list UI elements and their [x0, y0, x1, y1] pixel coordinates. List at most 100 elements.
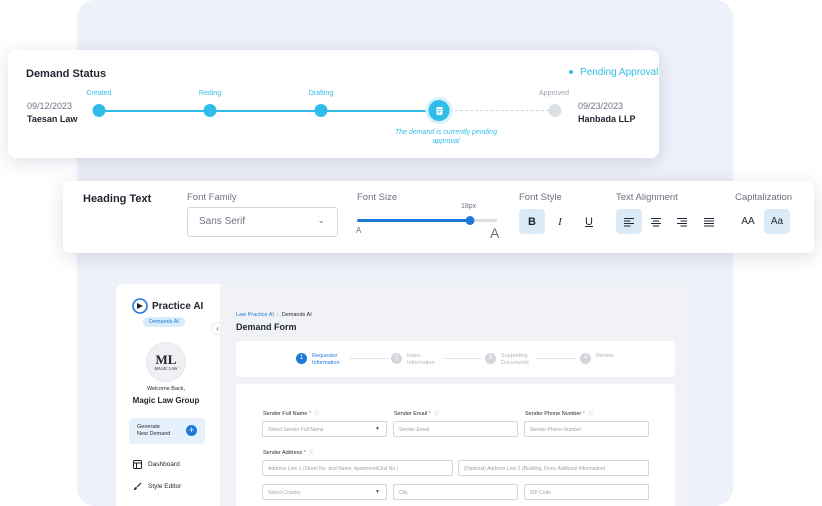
progress-track-complete	[99, 110, 439, 112]
welcome-text: Welcome Back,	[146, 386, 186, 392]
sender-full-name-label: Sender Full Name * ⓘ	[263, 409, 320, 417]
font-family-select[interactable]: Sans Serif ⌄	[187, 207, 338, 237]
placeholder: ZIP Code	[530, 490, 552, 496]
brand-chip: Demands AI	[143, 317, 185, 327]
dashboard-icon	[133, 460, 142, 469]
end-date: 09/23/2023	[578, 101, 624, 111]
wizard-step-requestor[interactable]: 1 Requestor Information	[296, 353, 346, 366]
brand-name: Practice AI	[152, 300, 204, 312]
main-content: Law Practice AI › Demands AI Demand Form 1…	[220, 284, 692, 506]
label-text: Sender Email	[394, 411, 428, 417]
generate-new-demand-button[interactable]: Generate New Demand +	[129, 418, 205, 444]
city-field[interactable]: City	[393, 484, 518, 500]
breadcrumb-link[interactable]: Law Practice AI	[236, 312, 274, 318]
italic-button[interactable]: I	[547, 209, 573, 234]
uppercase-button[interactable]: AA	[735, 209, 761, 234]
align-left-button[interactable]	[616, 209, 642, 234]
progress-track-pending	[450, 110, 554, 111]
info-icon[interactable]: ⓘ	[309, 450, 315, 456]
titlecase-button[interactable]: Aa	[764, 209, 790, 234]
capitalization-label: Capitalization	[735, 192, 793, 203]
font-style-label: Font Style	[519, 192, 562, 203]
align-right-icon	[677, 217, 687, 226]
font-size-slider[interactable]	[357, 216, 497, 225]
label-text: Sender Address	[263, 450, 303, 456]
plus-icon: +	[186, 425, 197, 436]
placeholder: Sender Phone Number	[530, 427, 582, 433]
font-family-label: Font Family	[187, 192, 237, 203]
sender-full-name-select[interactable]: Select Sender Full Name ▼	[262, 421, 387, 437]
slider-min-glyph: A	[356, 226, 362, 235]
slider-max-glyph: A	[490, 225, 500, 241]
sender-phone-field[interactable]: Sender Phone Number	[524, 421, 649, 437]
text-alignment-label: Text Alignment	[616, 192, 678, 203]
wizard-connector	[536, 358, 576, 359]
align-justify-button[interactable]	[696, 209, 722, 234]
wizard-step-review[interactable]: 4 Review	[580, 353, 630, 364]
document-icon	[436, 106, 442, 115]
sender-email-field[interactable]: Sender Email	[393, 421, 518, 437]
page-title: Demand Form	[236, 322, 297, 332]
brush-icon	[134, 482, 142, 490]
zip-code-field[interactable]: ZIP Code	[524, 484, 649, 500]
chevron-left-icon: ‹	[216, 324, 219, 333]
avatar-initials: ML	[155, 351, 177, 367]
address-line1-field[interactable]: Address Line 1 (Street No. and Name, Apa…	[262, 460, 453, 476]
brand-logo[interactable]: Practice AI	[132, 298, 203, 314]
wizard-step-number: 2	[391, 353, 402, 364]
label-text: Sender Phone Number	[525, 411, 582, 417]
wizard-step-label: Review	[596, 353, 615, 359]
pending-approval-note: The demand is currently pending approval	[395, 129, 497, 145]
wizard-step-supporting-documents[interactable]: 3 Supporting Documents	[485, 353, 535, 366]
step-node-reding[interactable]	[203, 104, 217, 117]
sidebar-item-label: Dashboard	[148, 461, 180, 468]
sidebar-item-dashboard[interactable]: Dashboard	[133, 460, 180, 469]
address-line2-field[interactable]: (Optional) Address Line 2 (Building, Flo…	[458, 460, 649, 476]
recipient-name: Hanbada LLP	[578, 114, 636, 124]
status-dot-icon	[569, 70, 573, 75]
sender-email-label: Sender Email * ⓘ	[394, 409, 439, 417]
placeholder: City	[399, 490, 408, 496]
text-style-toolbar: Heading Text Font Family Sans Serif ⌄ Fo…	[63, 181, 814, 253]
align-left-icon	[624, 217, 634, 226]
app-preview: Practice AI Demands AI ‹ ML MAGIC LAW We…	[116, 284, 692, 506]
align-right-button[interactable]	[669, 209, 695, 234]
label-text: Sender Full Name	[263, 411, 308, 417]
wizard-connector	[350, 358, 388, 359]
font-size-slider-handle[interactable]	[465, 216, 475, 225]
recipient-party: 09/23/2023 Hanbada LLP	[578, 100, 636, 126]
placeholder: Address Line 1 (Street No. and Name, Apa…	[268, 466, 399, 472]
sender-address-label: Sender Address * ⓘ	[263, 448, 314, 456]
info-icon[interactable]: ⓘ	[314, 411, 320, 417]
step-node-created[interactable]	[92, 104, 106, 117]
wizard-step-number: 1	[296, 353, 307, 364]
placeholder: Sender Email	[399, 427, 430, 433]
info-icon[interactable]: ⓘ	[588, 411, 594, 417]
sidebar-item-style-editor[interactable]: Style Editor	[133, 482, 181, 491]
requestor-form: Sender Full Name * ⓘ Select Sender Full N…	[236, 384, 675, 506]
chevron-down-icon: ⌄	[317, 215, 325, 225]
step-label-created: Created	[86, 90, 112, 97]
step-node-approved[interactable]	[548, 104, 562, 117]
practice-ai-logo-icon	[132, 298, 148, 314]
demand-status-card: Demand Status Pending Approval 09/12/202…	[8, 50, 659, 158]
wizard-step-index[interactable]: 2 Index Information	[391, 353, 441, 366]
avatar[interactable]: ML MAGIC LAW	[146, 342, 186, 382]
breadcrumb: Law Practice AI › Demands AI	[236, 312, 312, 318]
placeholder: Select Sender Full Name	[268, 427, 324, 433]
align-justify-icon	[704, 217, 714, 226]
align-center-button[interactable]	[643, 209, 669, 234]
bold-button[interactable]: B	[519, 209, 545, 234]
step-node-drafting[interactable]	[314, 104, 328, 117]
step-label-approved: Approved	[539, 90, 569, 97]
underline-button[interactable]: U	[576, 209, 602, 234]
heading-text-label: Heading Text	[83, 193, 152, 205]
breadcrumb-current: Demands AI	[281, 312, 312, 318]
step-node-current[interactable]	[428, 100, 450, 121]
info-icon[interactable]: ⓘ	[434, 411, 440, 417]
required-mark: *	[308, 411, 311, 417]
demand-status-title: Demand Status	[26, 68, 107, 80]
wizard-step-label: Requestor Information	[312, 353, 340, 366]
country-select[interactable]: Select Country ▼	[262, 484, 387, 500]
wizard-step-label: Supporting Documents	[501, 353, 529, 366]
